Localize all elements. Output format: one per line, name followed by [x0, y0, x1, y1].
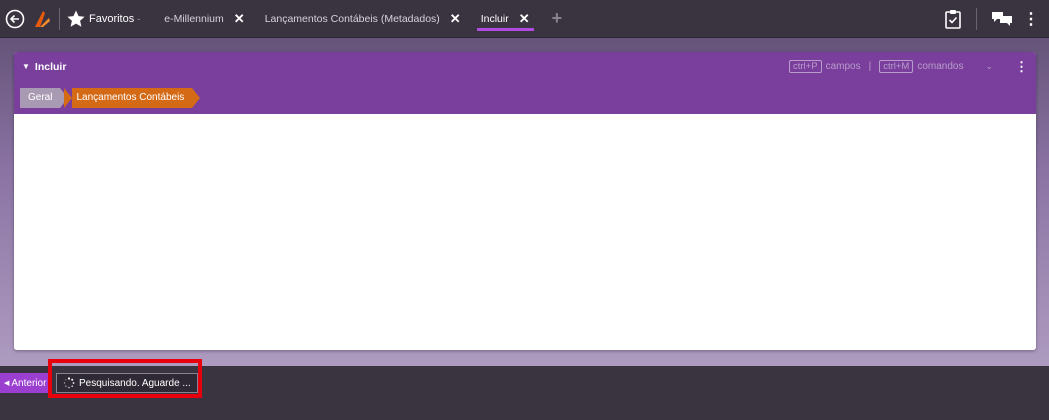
- tab-label: Lançamentos Contábeis (Metadados): [264, 12, 440, 25]
- tab-lancamentos-contabeis-metadados[interactable]: Lançamentos Contábeis (Metadados) ✕: [255, 0, 471, 37]
- keyboard-shortcuts: ctrl+P campos | ctrl+M comandos ⌄: [789, 60, 993, 73]
- highlight-box: [48, 359, 202, 398]
- back-arrow-icon[interactable]: [5, 9, 25, 29]
- more-menu-icon[interactable]: ⋮: [1023, 9, 1039, 29]
- tab-e-millennium[interactable]: e-Millennium ✕: [154, 0, 254, 37]
- collapse-caret-icon[interactable]: ▼: [22, 62, 30, 71]
- divider: [976, 7, 977, 30]
- close-icon[interactable]: ✕: [519, 11, 530, 27]
- previous-button[interactable]: ◀ Anterior: [0, 373, 51, 393]
- caret-left-icon: ◀: [4, 380, 10, 387]
- chat-bubbles-icon[interactable]: [991, 10, 1013, 28]
- breadcrumb-item-lancamentos-contabeis[interactable]: Lançamentos Contábeis: [64, 87, 201, 108]
- panel-content-area: [14, 114, 1036, 350]
- app-logo-icon[interactable]: [31, 8, 53, 30]
- close-icon[interactable]: ✕: [234, 11, 245, 27]
- tab-incluir[interactable]: Incluir ✕: [471, 0, 540, 37]
- clipboard-check-icon[interactable]: [944, 9, 962, 29]
- breadcrumb-item-geral[interactable]: Geral: [20, 87, 70, 108]
- favorites-menu[interactable]: Favoritos: [89, 13, 134, 25]
- shortcut-separator: |: [868, 61, 872, 72]
- panel-title: Incluir: [34, 60, 67, 73]
- tab-label: Incluir: [480, 12, 509, 25]
- tab-label: e-Millennium: [164, 12, 224, 25]
- panel-menu-icon[interactable]: ⋮: [1015, 59, 1028, 75]
- panel-header: ▼ Incluir ctrl+P campos | ctrl+M comando…: [14, 52, 1036, 81]
- shortcut-fields-label[interactable]: campos: [826, 61, 861, 72]
- favorites-caret-icon[interactable]: -: [137, 14, 140, 24]
- chevron-down-icon[interactable]: ⌄: [985, 61, 993, 72]
- breadcrumb: Geral Lançamentos Contábeis: [14, 81, 1036, 114]
- top-navigation-bar: Favoritos - e-Millennium ✕ Lançamentos C…: [0, 0, 1049, 38]
- divider: [59, 7, 60, 30]
- shortcut-fields-key: ctrl+P: [789, 60, 822, 73]
- top-right-actions: ⋮: [944, 7, 1049, 30]
- close-icon[interactable]: ✕: [450, 11, 461, 27]
- previous-button-label: Anterior: [11, 377, 47, 389]
- star-icon[interactable]: [66, 9, 86, 29]
- shortcut-commands-label[interactable]: comandos: [917, 61, 963, 72]
- include-panel: ▼ Incluir ctrl+P campos | ctrl+M comando…: [14, 52, 1036, 350]
- shortcut-commands-key: ctrl+M: [879, 60, 914, 73]
- add-tab-icon[interactable]: +: [552, 8, 563, 29]
